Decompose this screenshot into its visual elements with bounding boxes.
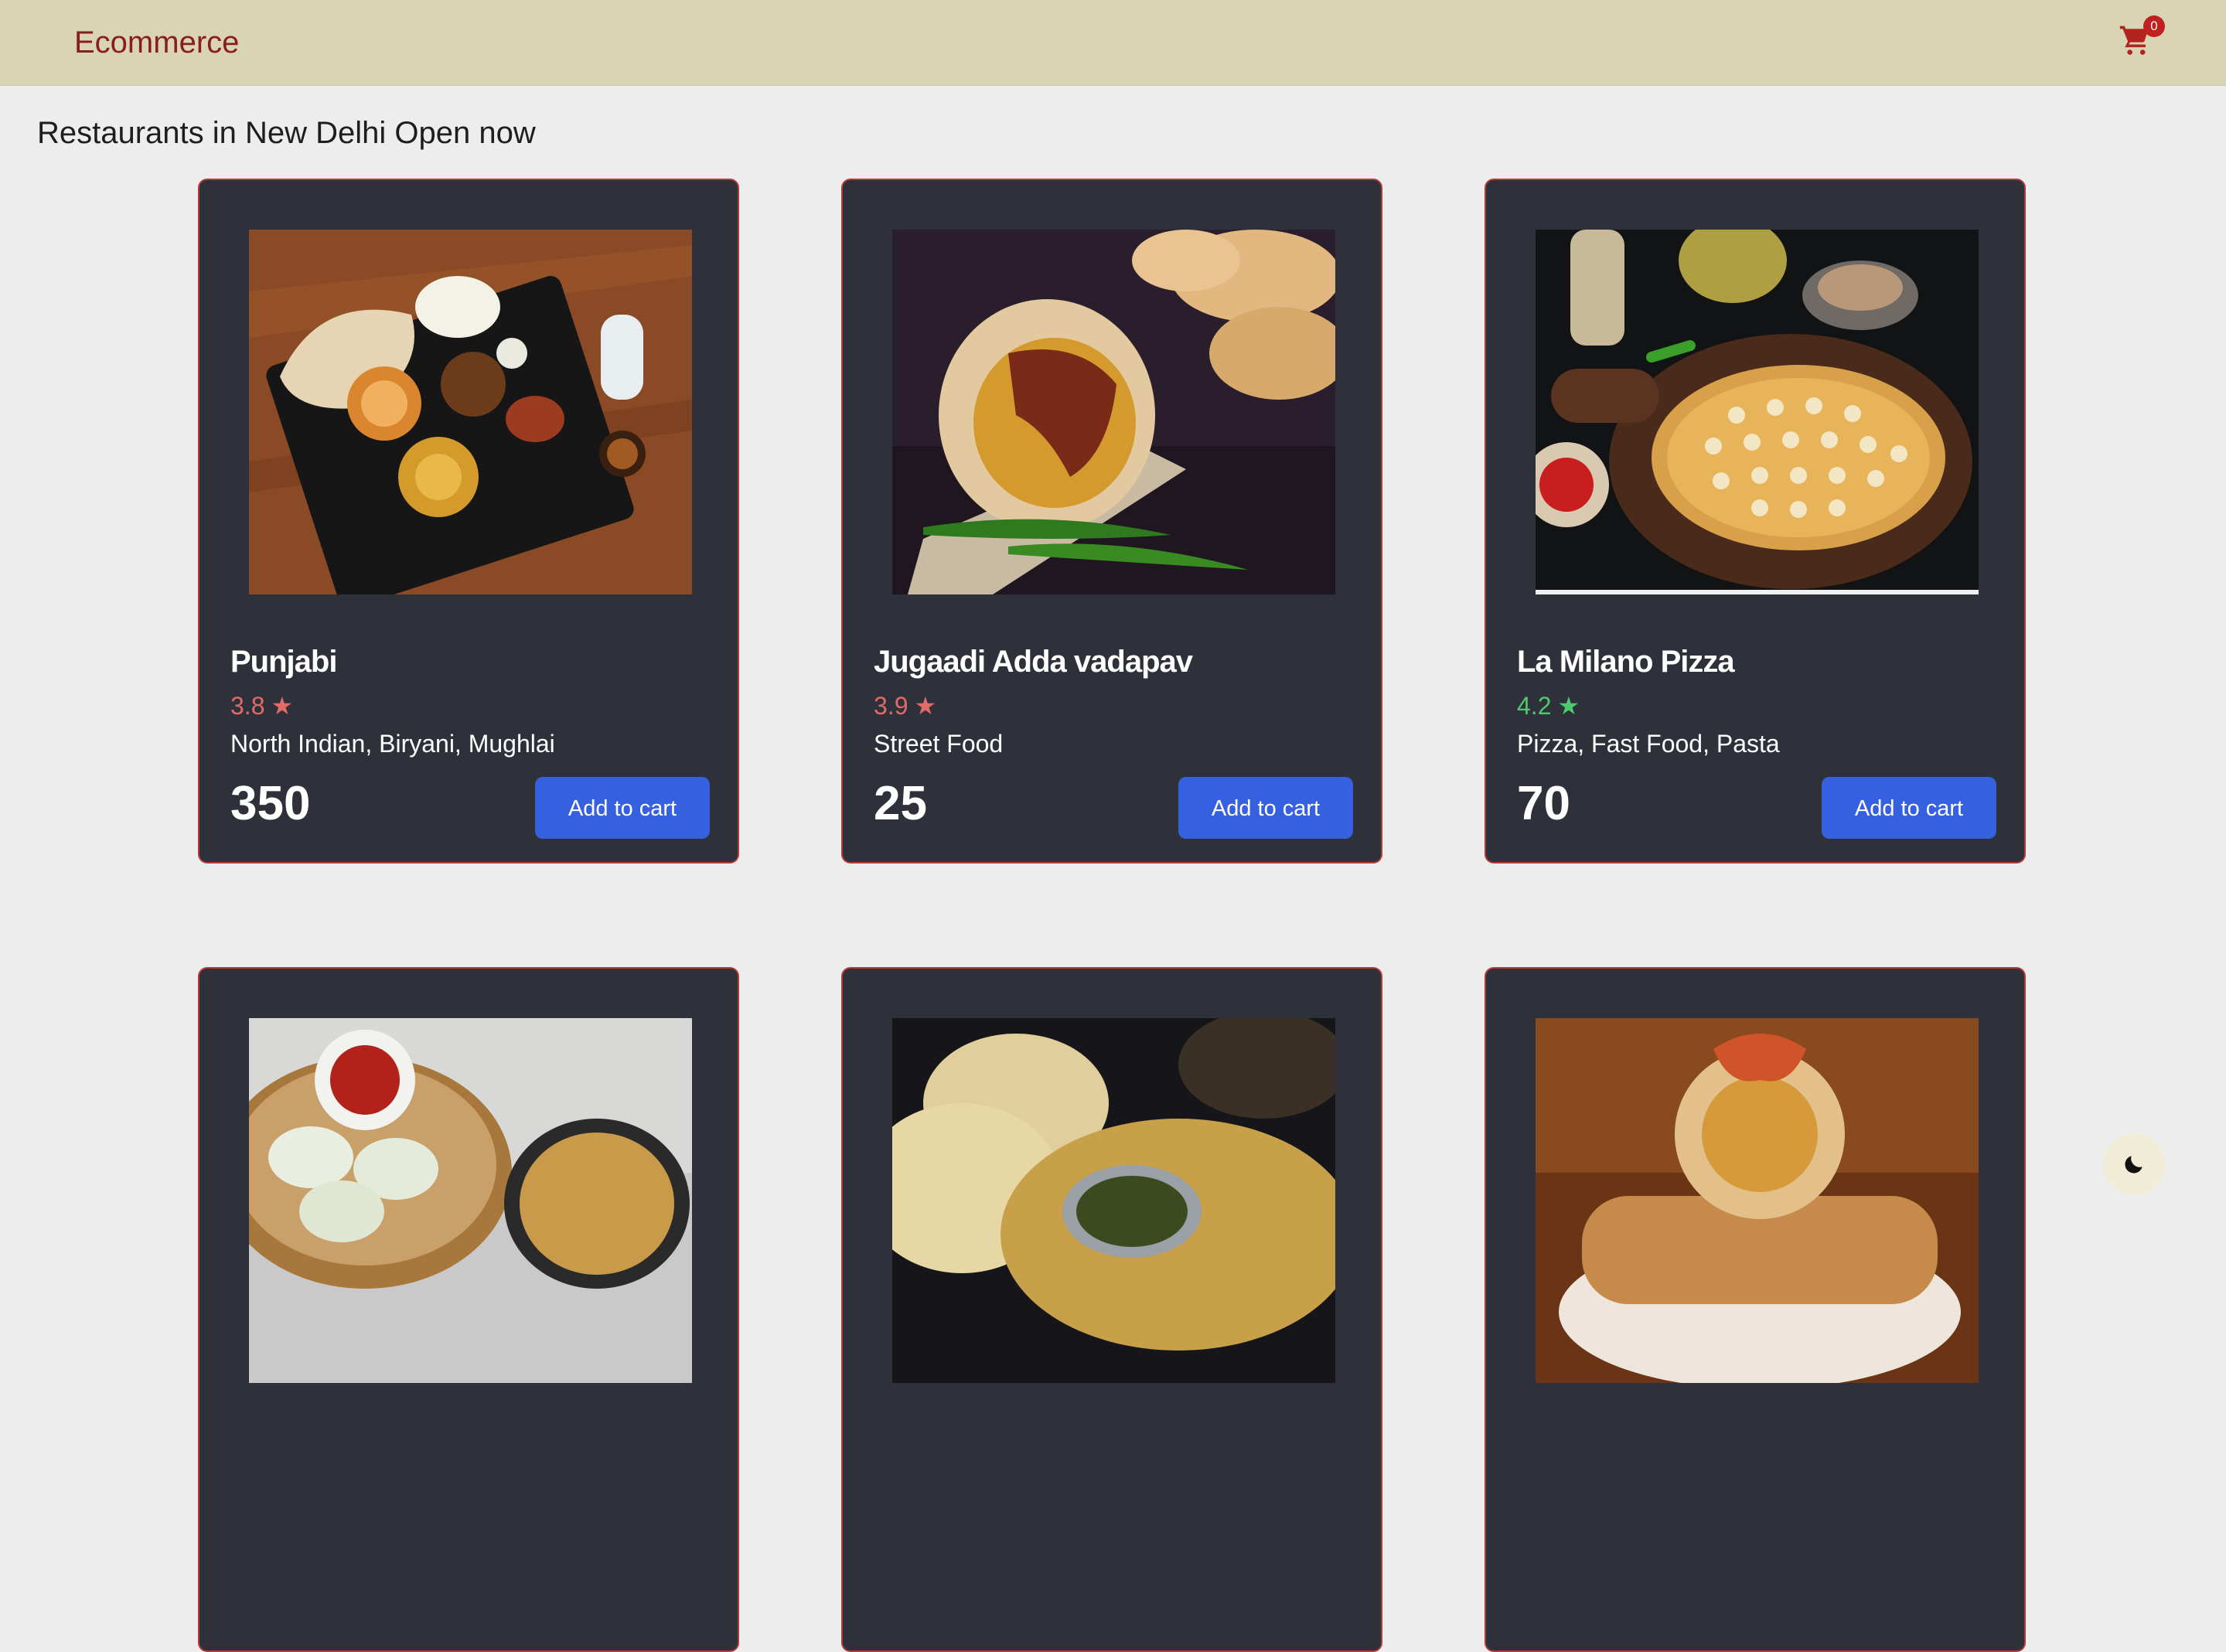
rating-value: 4.2 bbox=[1517, 692, 1552, 720]
restaurant-rating: 3.9 ★ bbox=[874, 690, 936, 721]
restaurant-name: La Milano Pizza bbox=[1517, 645, 1735, 679]
restaurant-name: Jugaadi Adda vadapav bbox=[874, 645, 1193, 679]
restaurant-card: La Milano Pizza 4.2 ★ Pizza, Fast Food, P… bbox=[1485, 179, 2026, 863]
top-navbar: Ecommerce 0 bbox=[0, 0, 2226, 86]
wrap-roll-image bbox=[1536, 1018, 1979, 1383]
cart-count-badge: 0 bbox=[2143, 15, 2165, 37]
theme-toggle-button[interactable] bbox=[2103, 1133, 2165, 1195]
restaurant-price: 25 bbox=[874, 777, 927, 830]
restaurant-card: Punjabi 3.8 ★ North Indian, Biryani, Mugh… bbox=[198, 179, 739, 863]
restaurant-card bbox=[198, 967, 739, 1652]
restaurant-cuisines: Pizza, Fast Food, Pasta bbox=[1517, 730, 1780, 758]
restaurant-rating: 4.2 ★ bbox=[1517, 690, 1580, 721]
rating-value: 3.9 bbox=[874, 692, 908, 720]
star-icon: ★ bbox=[271, 692, 294, 720]
restaurant-card bbox=[841, 967, 1382, 1652]
pizza-image bbox=[1536, 230, 1979, 594]
brand-logo-text[interactable]: Ecommerce bbox=[74, 22, 239, 63]
star-icon: ★ bbox=[1557, 692, 1580, 720]
momos-noodles-image bbox=[249, 1018, 692, 1383]
restaurant-price: 350 bbox=[230, 777, 311, 830]
naan-curry-image bbox=[892, 1018, 1335, 1383]
moon-icon bbox=[2125, 1156, 2142, 1173]
add-to-cart-button[interactable]: Add to cart bbox=[535, 777, 710, 839]
rating-value: 3.8 bbox=[230, 692, 265, 720]
restaurant-rating: 3.8 ★ bbox=[230, 690, 293, 721]
vadapav-image bbox=[892, 230, 1335, 594]
star-icon: ★ bbox=[914, 692, 937, 720]
page-heading: Restaurants in New Delhi Open now bbox=[37, 116, 536, 150]
restaurant-card: Jugaadi Adda vadapav 3.9 ★ Street Food 25… bbox=[841, 179, 1382, 863]
restaurant-name: Punjabi bbox=[230, 645, 337, 679]
add-to-cart-button[interactable]: Add to cart bbox=[1822, 777, 1996, 839]
restaurant-cuisines: Street Food bbox=[874, 730, 1004, 758]
restaurant-card bbox=[1485, 967, 2026, 1652]
add-to-cart-button[interactable]: Add to cart bbox=[1178, 777, 1353, 839]
restaurant-cuisines: North Indian, Biryani, Mughlai bbox=[230, 730, 555, 758]
cart-button[interactable]: 0 bbox=[2119, 15, 2165, 60]
thali-platter-image bbox=[249, 230, 692, 594]
restaurant-price: 70 bbox=[1517, 777, 1570, 830]
